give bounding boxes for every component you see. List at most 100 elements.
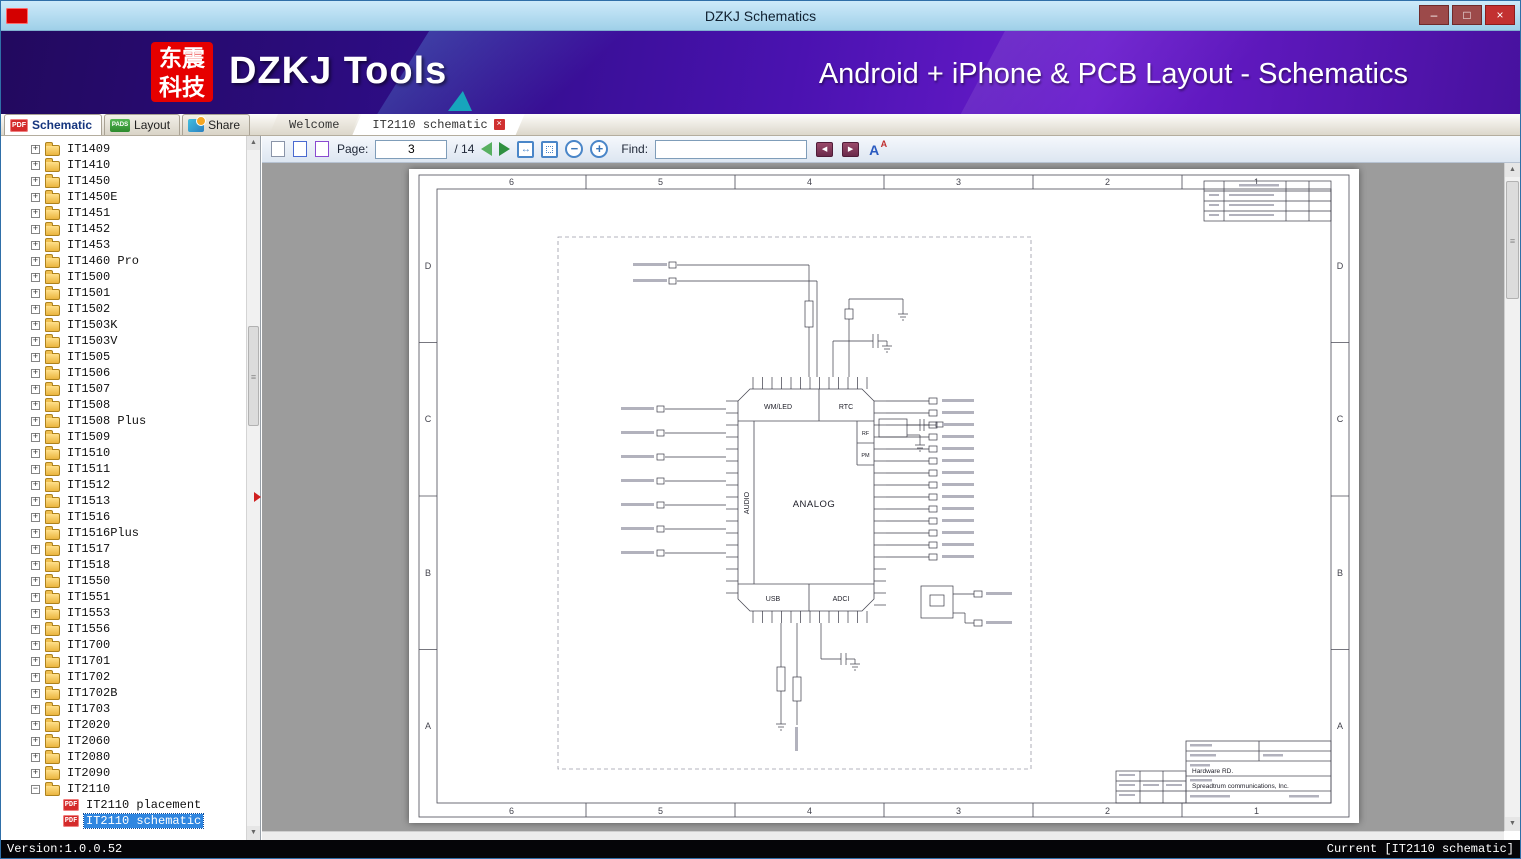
expand-box-icon[interactable]: + (31, 449, 40, 458)
expand-box-icon[interactable]: + (31, 593, 40, 602)
expand-box-icon[interactable]: + (31, 609, 40, 618)
expand-box-icon[interactable]: + (31, 177, 40, 186)
page-layout-facing-icon[interactable] (315, 141, 329, 157)
tree-item-it2060[interactable]: +IT2060 (1, 733, 246, 749)
expand-box-icon[interactable]: + (31, 401, 40, 410)
expand-box-icon[interactable]: + (31, 321, 40, 330)
expand-box-icon[interactable]: + (31, 641, 40, 650)
viewer-scrollbar-thumb[interactable]: ≡ (1506, 181, 1519, 299)
tree-scrollbar-thumb[interactable]: ≡ (248, 326, 259, 426)
doc-tab-it2110-schematic[interactable]: IT2110 schematic × (352, 114, 524, 135)
minimize-button[interactable]: – (1419, 5, 1449, 25)
tree-item-it1500[interactable]: +IT1500 (1, 269, 246, 285)
tree-item-it1517[interactable]: +IT1517 (1, 541, 246, 557)
expand-box-icon[interactable]: + (31, 433, 40, 442)
tree-item-it1702[interactable]: +IT1702 (1, 669, 246, 685)
tree-item-it1503v[interactable]: +IT1503V (1, 333, 246, 349)
tree-item-it1450[interactable]: +IT1450 (1, 173, 246, 189)
expand-box-icon[interactable]: + (31, 753, 40, 762)
tree-item-it1553[interactable]: +IT1553 (1, 605, 246, 621)
tree-item-it1509[interactable]: +IT1509 (1, 429, 246, 445)
tree-item-it1701[interactable]: +IT1701 (1, 653, 246, 669)
zoom-in-icon[interactable]: + (590, 140, 608, 158)
expand-box-icon[interactable]: + (31, 673, 40, 682)
tree-item-it1513[interactable]: +IT1513 (1, 493, 246, 509)
tree-item-it1702b[interactable]: +IT1702B (1, 685, 246, 701)
tree-item-it2110[interactable]: −IT2110 (1, 781, 246, 797)
expand-box-icon[interactable]: + (31, 193, 40, 202)
expand-box-icon[interactable]: + (31, 481, 40, 490)
tab-share[interactable]: Share (182, 114, 250, 135)
expand-box-icon[interactable]: + (31, 241, 40, 250)
scroll-up-icon[interactable]: ▲ (1505, 163, 1520, 177)
tree-item-it2020[interactable]: +IT2020 (1, 717, 246, 733)
expand-box-icon[interactable]: + (31, 145, 40, 154)
scroll-up-icon[interactable]: ▲ (247, 136, 260, 150)
expand-box-icon[interactable]: + (31, 769, 40, 778)
tree-item-it1506[interactable]: +IT1506 (1, 365, 246, 381)
tree-item-it1510[interactable]: +IT1510 (1, 445, 246, 461)
fit-page-icon[interactable] (541, 141, 558, 158)
expand-box-icon[interactable]: + (31, 305, 40, 314)
page-layout-continuous-icon[interactable] (293, 141, 307, 157)
expand-box-icon[interactable]: + (31, 721, 40, 730)
expand-box-icon[interactable]: + (31, 417, 40, 426)
tree-item-it1512[interactable]: +IT1512 (1, 477, 246, 493)
expand-box-icon[interactable]: + (31, 385, 40, 394)
scroll-down-icon[interactable]: ▼ (1505, 817, 1520, 831)
tree-item-it1703[interactable]: +IT1703 (1, 701, 246, 717)
find-previous-icon[interactable]: ◀ (816, 142, 833, 157)
tab-layout[interactable]: PADS Layout (104, 114, 180, 135)
tree-item-it2080[interactable]: +IT2080 (1, 749, 246, 765)
expand-box-icon[interactable]: + (31, 529, 40, 538)
expand-box-icon[interactable]: + (31, 737, 40, 746)
expand-box-icon[interactable]: + (31, 257, 40, 266)
find-input[interactable] (655, 140, 807, 159)
scroll-down-icon[interactable]: ▼ (247, 826, 260, 840)
expand-box-icon[interactable]: + (31, 705, 40, 714)
tree-scrollbar[interactable]: ▲ ≡ ▼ (246, 136, 260, 840)
expand-box-icon[interactable]: + (31, 513, 40, 522)
tree-item-it2110-placement[interactable]: PDFIT2110 placement (1, 797, 246, 813)
splitter-collapse-icon[interactable] (254, 492, 261, 502)
zoom-out-icon[interactable]: − (565, 140, 583, 158)
tree-item-it1550[interactable]: +IT1550 (1, 573, 246, 589)
expand-box-icon[interactable]: + (31, 369, 40, 378)
tree-item-it1700[interactable]: +IT1700 (1, 637, 246, 653)
tab-schematic[interactable]: PDF Schematic (4, 114, 102, 135)
expand-box-icon[interactable]: + (31, 689, 40, 698)
collapse-box-icon[interactable]: − (31, 785, 40, 794)
tree-item-it1409[interactable]: +IT1409 (1, 141, 246, 157)
tree-item-it1460-pro[interactable]: +IT1460 Pro (1, 253, 246, 269)
document-canvas[interactable]: 6 5 4 3 2 1 6 5 4 3 2 1 D (262, 163, 1504, 831)
tree-item-it2090[interactable]: +IT2090 (1, 765, 246, 781)
fit-width-icon[interactable]: ↔ (517, 141, 534, 158)
tree-item-it1452[interactable]: +IT1452 (1, 221, 246, 237)
expand-box-icon[interactable]: + (31, 465, 40, 474)
tree-item-it1507[interactable]: +IT1507 (1, 381, 246, 397)
expand-box-icon[interactable]: + (31, 577, 40, 586)
page-layout-single-icon[interactable] (271, 141, 285, 157)
doc-tab-welcome[interactable]: Welcome (269, 114, 359, 135)
viewer-scrollbar[interactable]: ▲ ≡ ▼ (1504, 163, 1520, 831)
tree-item-it2110-schematic[interactable]: PDFIT2110 schematic (1, 813, 246, 829)
tree-item-it1508-plus[interactable]: +IT1508 Plus (1, 413, 246, 429)
expand-box-icon[interactable]: + (31, 161, 40, 170)
tree-item-it1508[interactable]: +IT1508 (1, 397, 246, 413)
expand-box-icon[interactable]: + (31, 561, 40, 570)
previous-page-icon[interactable] (481, 142, 492, 156)
tree-item-it1501[interactable]: +IT1501 (1, 285, 246, 301)
expand-box-icon[interactable]: + (31, 289, 40, 298)
tree-item-it1450e[interactable]: +IT1450E (1, 189, 246, 205)
tree-item-it1502[interactable]: +IT1502 (1, 301, 246, 317)
expand-box-icon[interactable]: + (31, 337, 40, 346)
tree-item-it1556[interactable]: +IT1556 (1, 621, 246, 637)
tree-item-it1516plus[interactable]: +IT1516Plus (1, 525, 246, 541)
expand-box-icon[interactable]: + (31, 657, 40, 666)
expand-box-icon[interactable]: + (31, 497, 40, 506)
tree-item-it1453[interactable]: +IT1453 (1, 237, 246, 253)
tree-item-it1516[interactable]: +IT1516 (1, 509, 246, 525)
tab-close-icon[interactable]: × (494, 119, 505, 130)
expand-box-icon[interactable]: + (31, 209, 40, 218)
tree-item-it1503k[interactable]: +IT1503K (1, 317, 246, 333)
